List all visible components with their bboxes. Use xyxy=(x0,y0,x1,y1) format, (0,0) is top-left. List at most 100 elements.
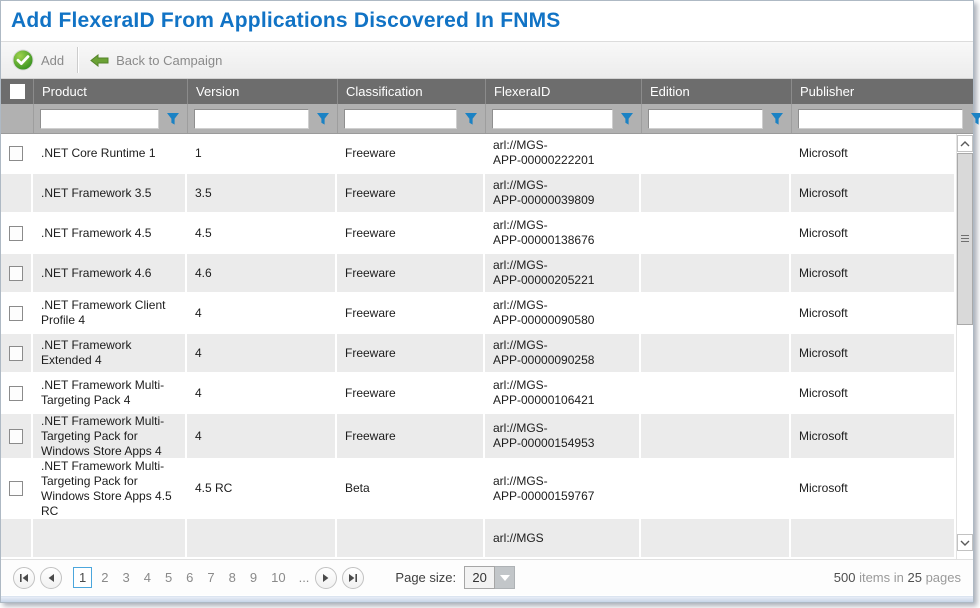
cell-flexera_id: arl://MGS-APP-00000090258 xyxy=(485,334,641,372)
cell-edition xyxy=(641,214,791,252)
cell-flexera_id: arl://MGS-APP-00000039809 xyxy=(485,174,641,212)
filter-cell-version xyxy=(187,104,337,133)
cell-edition xyxy=(641,334,791,372)
cell-product: .NET Core Runtime 1 xyxy=(33,134,187,172)
scrollbar-thumb[interactable] xyxy=(957,153,973,325)
filter-funnel-button[interactable] xyxy=(619,112,635,126)
page-number[interactable]: 8 xyxy=(224,568,241,587)
column-header-product[interactable]: Product xyxy=(33,79,187,104)
pages-count: 25 xyxy=(907,570,921,585)
cell-product: .NET Framework 4.5 xyxy=(33,214,187,252)
back-button-label: Back to Campaign xyxy=(116,53,222,68)
page-number[interactable]: 9 xyxy=(245,568,262,587)
row-checkbox[interactable] xyxy=(9,386,23,401)
cell-classification: Freeware xyxy=(337,214,485,252)
table-row: .NET Framework Extended 44Freewarearl://… xyxy=(1,334,956,374)
cell-version: 4 xyxy=(187,374,337,412)
table-row: .NET Framework 4.54.5Freewarearl://MGS-A… xyxy=(1,214,956,254)
filter-input-version[interactable] xyxy=(194,109,309,129)
table-row: arl://MGS xyxy=(1,519,956,559)
cell-classification: Freeware xyxy=(337,374,485,412)
vertical-scrollbar[interactable] xyxy=(956,134,973,559)
cell-publisher: Microsoft xyxy=(791,460,956,517)
select-all-checkbox[interactable] xyxy=(10,84,25,99)
cell-version: 4.5 RC xyxy=(187,460,337,517)
page-size-dropdown-button[interactable] xyxy=(495,566,515,589)
add-button-label: Add xyxy=(41,53,64,68)
grid-body: .NET Core Runtime 11Freewarearl://MGS-AP… xyxy=(1,134,973,559)
add-button[interactable]: Add xyxy=(1,42,77,78)
filter-funnel-button[interactable] xyxy=(165,112,181,126)
first-page-button[interactable] xyxy=(13,567,35,589)
page-size-select[interactable]: 20 xyxy=(464,566,515,589)
row-checkbox[interactable] xyxy=(9,146,23,161)
page-number[interactable]: 3 xyxy=(117,568,134,587)
next-page-button[interactable] xyxy=(315,567,337,589)
row-checkbox[interactable] xyxy=(9,429,23,444)
row-checkbox-cell xyxy=(1,334,33,372)
page-number[interactable]: 7 xyxy=(202,568,219,587)
current-page-number[interactable]: 1 xyxy=(73,567,92,588)
cell-classification: Freeware xyxy=(337,414,485,458)
filter-funnel-button[interactable] xyxy=(463,112,479,126)
cell-version: 4 xyxy=(187,294,337,332)
row-checkbox-cell xyxy=(1,374,33,412)
row-checkbox[interactable] xyxy=(9,266,23,281)
last-page-icon xyxy=(348,573,358,583)
cell-flexera_id: arl://MGS-APP-00000222201 xyxy=(485,134,641,172)
cell-version: 4.6 xyxy=(187,254,337,292)
column-header-flexeraid[interactable]: FlexeraID xyxy=(485,79,641,104)
page-number[interactable]: 4 xyxy=(139,568,156,587)
page-number[interactable]: 6 xyxy=(181,568,198,587)
grid-body-rows: .NET Core Runtime 11Freewarearl://MGS-AP… xyxy=(1,134,956,559)
funnel-icon xyxy=(620,112,634,126)
column-header-publisher[interactable]: Publisher xyxy=(791,79,973,104)
back-to-campaign-button[interactable]: Back to Campaign xyxy=(79,42,235,78)
filter-funnel-button[interactable] xyxy=(315,112,331,126)
filter-input-flexeraid[interactable] xyxy=(492,109,613,129)
prev-page-button[interactable] xyxy=(40,567,62,589)
filter-input-classification[interactable] xyxy=(344,109,457,129)
filter-funnel-button[interactable] xyxy=(769,112,785,126)
row-checkbox-cell xyxy=(1,294,33,332)
filter-input-product[interactable] xyxy=(40,109,159,129)
page-number[interactable]: 5 xyxy=(160,568,177,587)
row-checkbox[interactable] xyxy=(9,306,23,321)
cell-classification xyxy=(337,519,485,557)
filter-input-edition[interactable] xyxy=(648,109,763,129)
filter-cell-edition xyxy=(641,104,791,133)
select-all-cell xyxy=(1,79,33,104)
filter-cell-classification xyxy=(337,104,485,133)
cell-edition xyxy=(641,460,791,517)
column-header-classification[interactable]: Classification xyxy=(337,79,485,104)
window-bottom-frame xyxy=(1,596,973,602)
row-checkbox[interactable] xyxy=(9,226,23,241)
cell-publisher: Microsoft xyxy=(791,134,956,172)
funnel-icon xyxy=(970,112,980,126)
cell-version: 4 xyxy=(187,414,337,458)
scroll-down-button[interactable] xyxy=(957,534,973,551)
page-number[interactable]: 10 xyxy=(266,568,290,587)
page-number[interactable]: 2 xyxy=(96,568,113,587)
row-checkbox[interactable] xyxy=(9,481,23,496)
filter-input-publisher[interactable] xyxy=(798,109,963,129)
cell-version: 4 xyxy=(187,334,337,372)
last-page-button[interactable] xyxy=(342,567,364,589)
table-row: .NET Framework Client Profile 44Freeware… xyxy=(1,294,956,334)
cell-product: .NET Framework Client Profile 4 xyxy=(33,294,187,332)
funnel-icon xyxy=(316,112,330,126)
cell-edition xyxy=(641,174,791,212)
row-checkbox[interactable] xyxy=(9,346,23,361)
column-header-edition[interactable]: Edition xyxy=(641,79,791,104)
cell-flexera_id: arl://MGS-APP-00000138676 xyxy=(485,214,641,252)
scroll-up-button[interactable] xyxy=(957,135,973,152)
funnel-icon xyxy=(464,112,478,126)
cell-product: .NET Framework Multi-Targeting Pack for … xyxy=(33,414,187,458)
filter-funnel-button[interactable] xyxy=(969,112,980,126)
column-header-version[interactable]: Version xyxy=(187,79,337,104)
cell-classification: Freeware xyxy=(337,134,485,172)
cell-publisher: Microsoft xyxy=(791,214,956,252)
chevron-down-icon xyxy=(960,540,970,546)
cell-edition xyxy=(641,519,791,557)
filter-cell-product xyxy=(33,104,187,133)
